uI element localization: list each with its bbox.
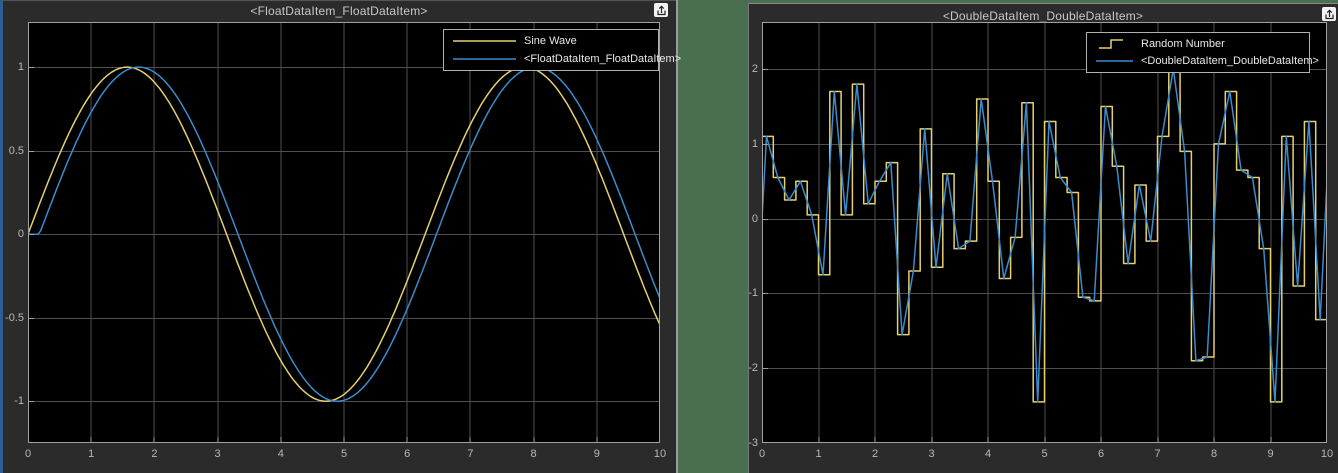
x-tick-label: 9	[593, 448, 600, 460]
legend-float: Sine Wave <FloatDataItem_FloatDataItem>	[443, 29, 681, 71]
x-tick-label: 4	[277, 448, 284, 460]
legend-label: <DoubleDataItem_DoubleDataItem>	[1141, 55, 1319, 68]
x-tick-label: 10	[653, 448, 667, 460]
legend-line-swatch	[453, 58, 516, 60]
x-tick-label: 5	[340, 448, 348, 460]
legend-line-swatch	[1096, 60, 1133, 62]
x-tick-label: 1	[815, 448, 822, 460]
x-tick-label: 8	[1210, 448, 1218, 460]
x-tick-label: 1	[88, 448, 95, 460]
legend-double: Random Number <DoubleDataItem_DoubleData…	[1086, 32, 1319, 73]
x-tick-label: 2	[151, 448, 158, 460]
x-tick-label: 7	[467, 448, 474, 460]
plot-area-double[interactable]	[762, 22, 1327, 443]
y-tick-label: -1	[14, 395, 24, 408]
legend-item: Sine Wave	[448, 32, 654, 50]
titlebar[interactable]: <FloatDataItem_FloatDataItem>	[0, 0, 678, 22]
pop-out-window-icon[interactable]	[654, 3, 668, 17]
window-top-edge	[748, 3, 1338, 4]
legend-label: Sine Wave	[524, 35, 577, 47]
window-title: <FloatDataItem_FloatDataItem>	[250, 4, 428, 18]
y-tick-label: 1	[17, 61, 24, 74]
y-tick-label: -3	[748, 437, 758, 449]
x-tick-label: 6	[1097, 448, 1105, 460]
scope-window-double: <DoubleDataItem_DoubleDataItem> Random N…	[748, 3, 1338, 473]
legend-line-swatch	[453, 40, 516, 42]
legend-item: <DoubleDataItem_DoubleDataItem>	[1091, 53, 1319, 71]
y-tick-label: -2	[748, 362, 758, 375]
x-tick-label: 6	[404, 448, 411, 460]
x-tick-label: 9	[1267, 448, 1274, 460]
plot-area-float[interactable]	[28, 22, 660, 443]
y-tick-label: 1	[751, 137, 758, 150]
x-tick-label: 10	[1320, 448, 1334, 460]
x-tick-label: 2	[871, 448, 879, 460]
y-tick-label: 0	[17, 228, 24, 241]
legend-label: <FloatDataItem_FloatDataItem>	[524, 53, 682, 65]
y-tick-label: 0.5	[8, 144, 24, 157]
window-title: <DoubleDataItem_DoubleDataItem>	[942, 9, 1144, 23]
desktop: { "desktop": { "background_color": "#4a6…	[0, 0, 1338, 473]
y-tick-label: 2	[751, 63, 758, 76]
y-tick-label: 0	[751, 212, 758, 225]
plot-canvas[interactable]	[28, 22, 660, 443]
y-tick-label: -0.5	[5, 311, 24, 324]
x-tick-label: 7	[1154, 448, 1161, 460]
y-tick-label: -1	[748, 287, 758, 300]
legend-item: <FloatDataItem_FloatDataItem>	[448, 50, 681, 68]
legend-label: Random Number	[1141, 37, 1225, 50]
x-tick-label: 3	[214, 448, 221, 460]
plot-canvas[interactable]	[762, 22, 1327, 443]
window-right-edge	[676, 0, 678, 473]
x-tick-label: 5	[1041, 448, 1048, 460]
x-tick-label: 4	[984, 448, 992, 460]
x-tick-label: 0	[24, 448, 32, 460]
legend-stair-swatch	[1099, 39, 1123, 49]
pop-out-window-icon[interactable]	[1322, 7, 1336, 21]
x-tick-label: 8	[530, 448, 537, 460]
legend-item: Random Number	[1091, 35, 1305, 53]
scope-window-float: <FloatDataItem_FloatDataItem> Sine Wave …	[0, 0, 681, 473]
x-tick-label: 3	[928, 448, 935, 460]
